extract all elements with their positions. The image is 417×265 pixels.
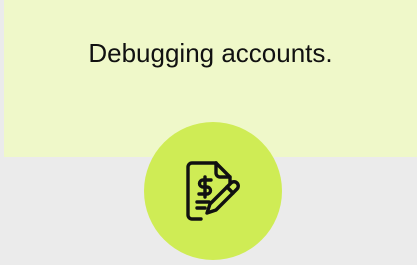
icon-badge [144,122,282,260]
invoice-edit-icon [177,155,249,227]
status-message: Debugging accounts. [88,38,333,68]
